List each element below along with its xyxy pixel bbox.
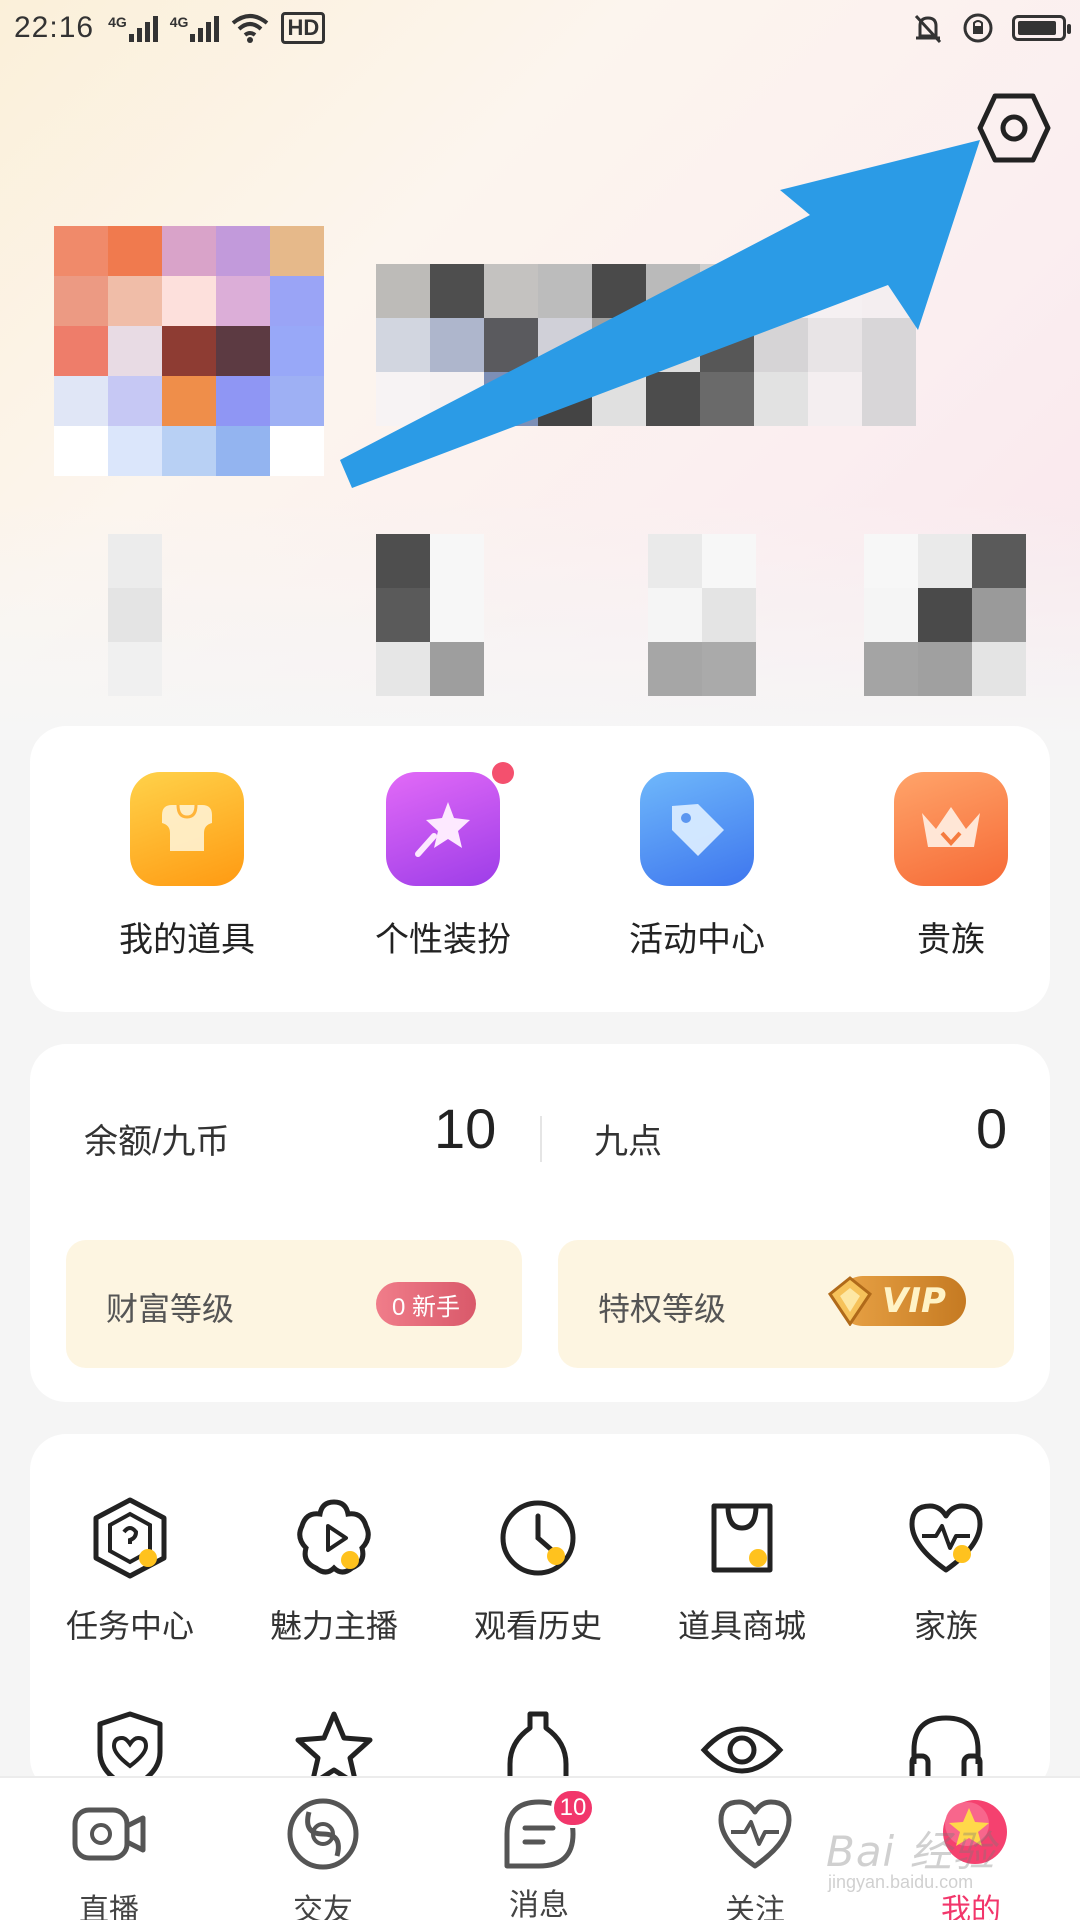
- camera-icon: [72, 1807, 146, 1861]
- annotation-arrow: [340, 140, 980, 488]
- avatar[interactable]: [54, 226, 324, 476]
- service-props-mall[interactable]: 道具商城: [652, 1496, 832, 1647]
- shortcut-label: 我的道具: [119, 921, 255, 959]
- divider: [540, 1116, 542, 1162]
- balance-value[interactable]: 10: [434, 1096, 496, 1161]
- wealth-level-label: 财富等级: [106, 1291, 235, 1327]
- shortcut-my-props[interactable]: 我的道具: [92, 772, 282, 961]
- tab-messages[interactable]: 10 消息: [464, 1788, 614, 1920]
- privilege-level-box[interactable]: 特权等级 VIP: [558, 1240, 1014, 1368]
- shortcut-nobility[interactable]: 贵族: [856, 772, 1046, 961]
- wealth-level-badge: 0 新手: [375, 1282, 476, 1326]
- balance-label[interactable]: 余额/九币: [84, 1114, 229, 1163]
- clock-icon: [500, 1500, 576, 1576]
- signal-icon: 4G: [108, 14, 158, 42]
- gem-icon: [827, 1276, 873, 1326]
- service-label: 任务中心: [65, 1608, 194, 1644]
- crown-icon: [894, 772, 1008, 886]
- shortcut-activity-center[interactable]: 活动中心: [602, 772, 792, 961]
- service-label: 观看历史: [473, 1608, 602, 1644]
- hd-icon: HD: [281, 12, 326, 44]
- heart-pulse-icon: [909, 1503, 983, 1573]
- vip-badge: VIP: [827, 1276, 966, 1326]
- rotation-lock-icon: [963, 13, 993, 43]
- planet-icon: [287, 1798, 359, 1870]
- tab-live[interactable]: 直播: [34, 1794, 184, 1920]
- tab-friends[interactable]: 交友: [248, 1794, 398, 1920]
- heart-pulse-icon: [718, 1799, 792, 1869]
- tab-follow[interactable]: 关注: [680, 1794, 830, 1920]
- service-family[interactable]: 家族: [856, 1496, 1036, 1647]
- stat-fans[interactable]: [376, 534, 484, 696]
- star-flower-play-icon: [297, 1499, 371, 1575]
- service-charm-anchor[interactable]: 魅力主播: [244, 1496, 424, 1647]
- wifi-icon: [232, 14, 269, 43]
- shortcuts-card: 我的道具 个性装扮 活动中心 贵族: [30, 726, 1050, 1012]
- tab-label: 直播: [79, 1894, 139, 1920]
- service-label: 魅力主播: [269, 1608, 398, 1644]
- points-value[interactable]: 0: [976, 1096, 1007, 1161]
- network-type-1: 4G: [108, 14, 127, 30]
- service-label: 家族: [913, 1608, 978, 1644]
- stat-following[interactable]: [108, 534, 162, 696]
- network-type-2: 4G: [169, 14, 189, 30]
- shortcut-personalize[interactable]: 个性装扮: [348, 762, 538, 961]
- status-time: 22:16: [14, 11, 95, 44]
- shortcut-label: 贵族: [917, 921, 985, 959]
- vip-text: VIP: [882, 1281, 946, 1321]
- wealth-level-box[interactable]: 财富等级 0 新手: [66, 1240, 522, 1368]
- message-count-badge: 10: [551, 1788, 595, 1828]
- tab-label: 消息: [509, 1889, 569, 1920]
- service-label: 道具商城: [677, 1608, 806, 1644]
- battery-icon: [1012, 15, 1071, 41]
- privilege-level-label: 特权等级: [598, 1291, 727, 1327]
- tag-icon: [640, 772, 754, 886]
- points-label[interactable]: 九点: [594, 1114, 662, 1163]
- status-bar: 22:16 4G 4G HD: [0, 0, 1080, 56]
- tab-label: 关注: [725, 1894, 785, 1920]
- services-card: 任务中心 魅力主播 观看历史 道具商城 家族: [30, 1434, 1050, 1794]
- tab-label: 交友: [293, 1894, 353, 1920]
- notification-dot: [492, 762, 514, 784]
- watermark-url: jingyan.baidu.com: [828, 1872, 974, 1892]
- magic-wand-icon: [386, 762, 514, 886]
- service-watch-history[interactable]: 观看历史: [448, 1496, 628, 1647]
- mute-bell-icon: [914, 14, 942, 44]
- watermark-logo: Bai 经验: [826, 1827, 996, 1876]
- stat-visitors[interactable]: [648, 534, 756, 696]
- task-icon: [93, 1497, 167, 1579]
- shortcut-label: 活动中心: [629, 921, 765, 959]
- service-task-center[interactable]: 任务中心: [40, 1496, 220, 1647]
- bag-icon: [130, 772, 244, 886]
- shortcut-label: 个性装扮: [375, 921, 511, 959]
- stat-posts[interactable]: [864, 534, 1026, 696]
- shopping-bag-icon: [711, 1503, 773, 1573]
- wallet-card: 余额/九币 10 九点 0 财富等级 0 新手 特权等级 VIP: [30, 1044, 1050, 1402]
- signal-icon-2: 4G: [170, 14, 220, 42]
